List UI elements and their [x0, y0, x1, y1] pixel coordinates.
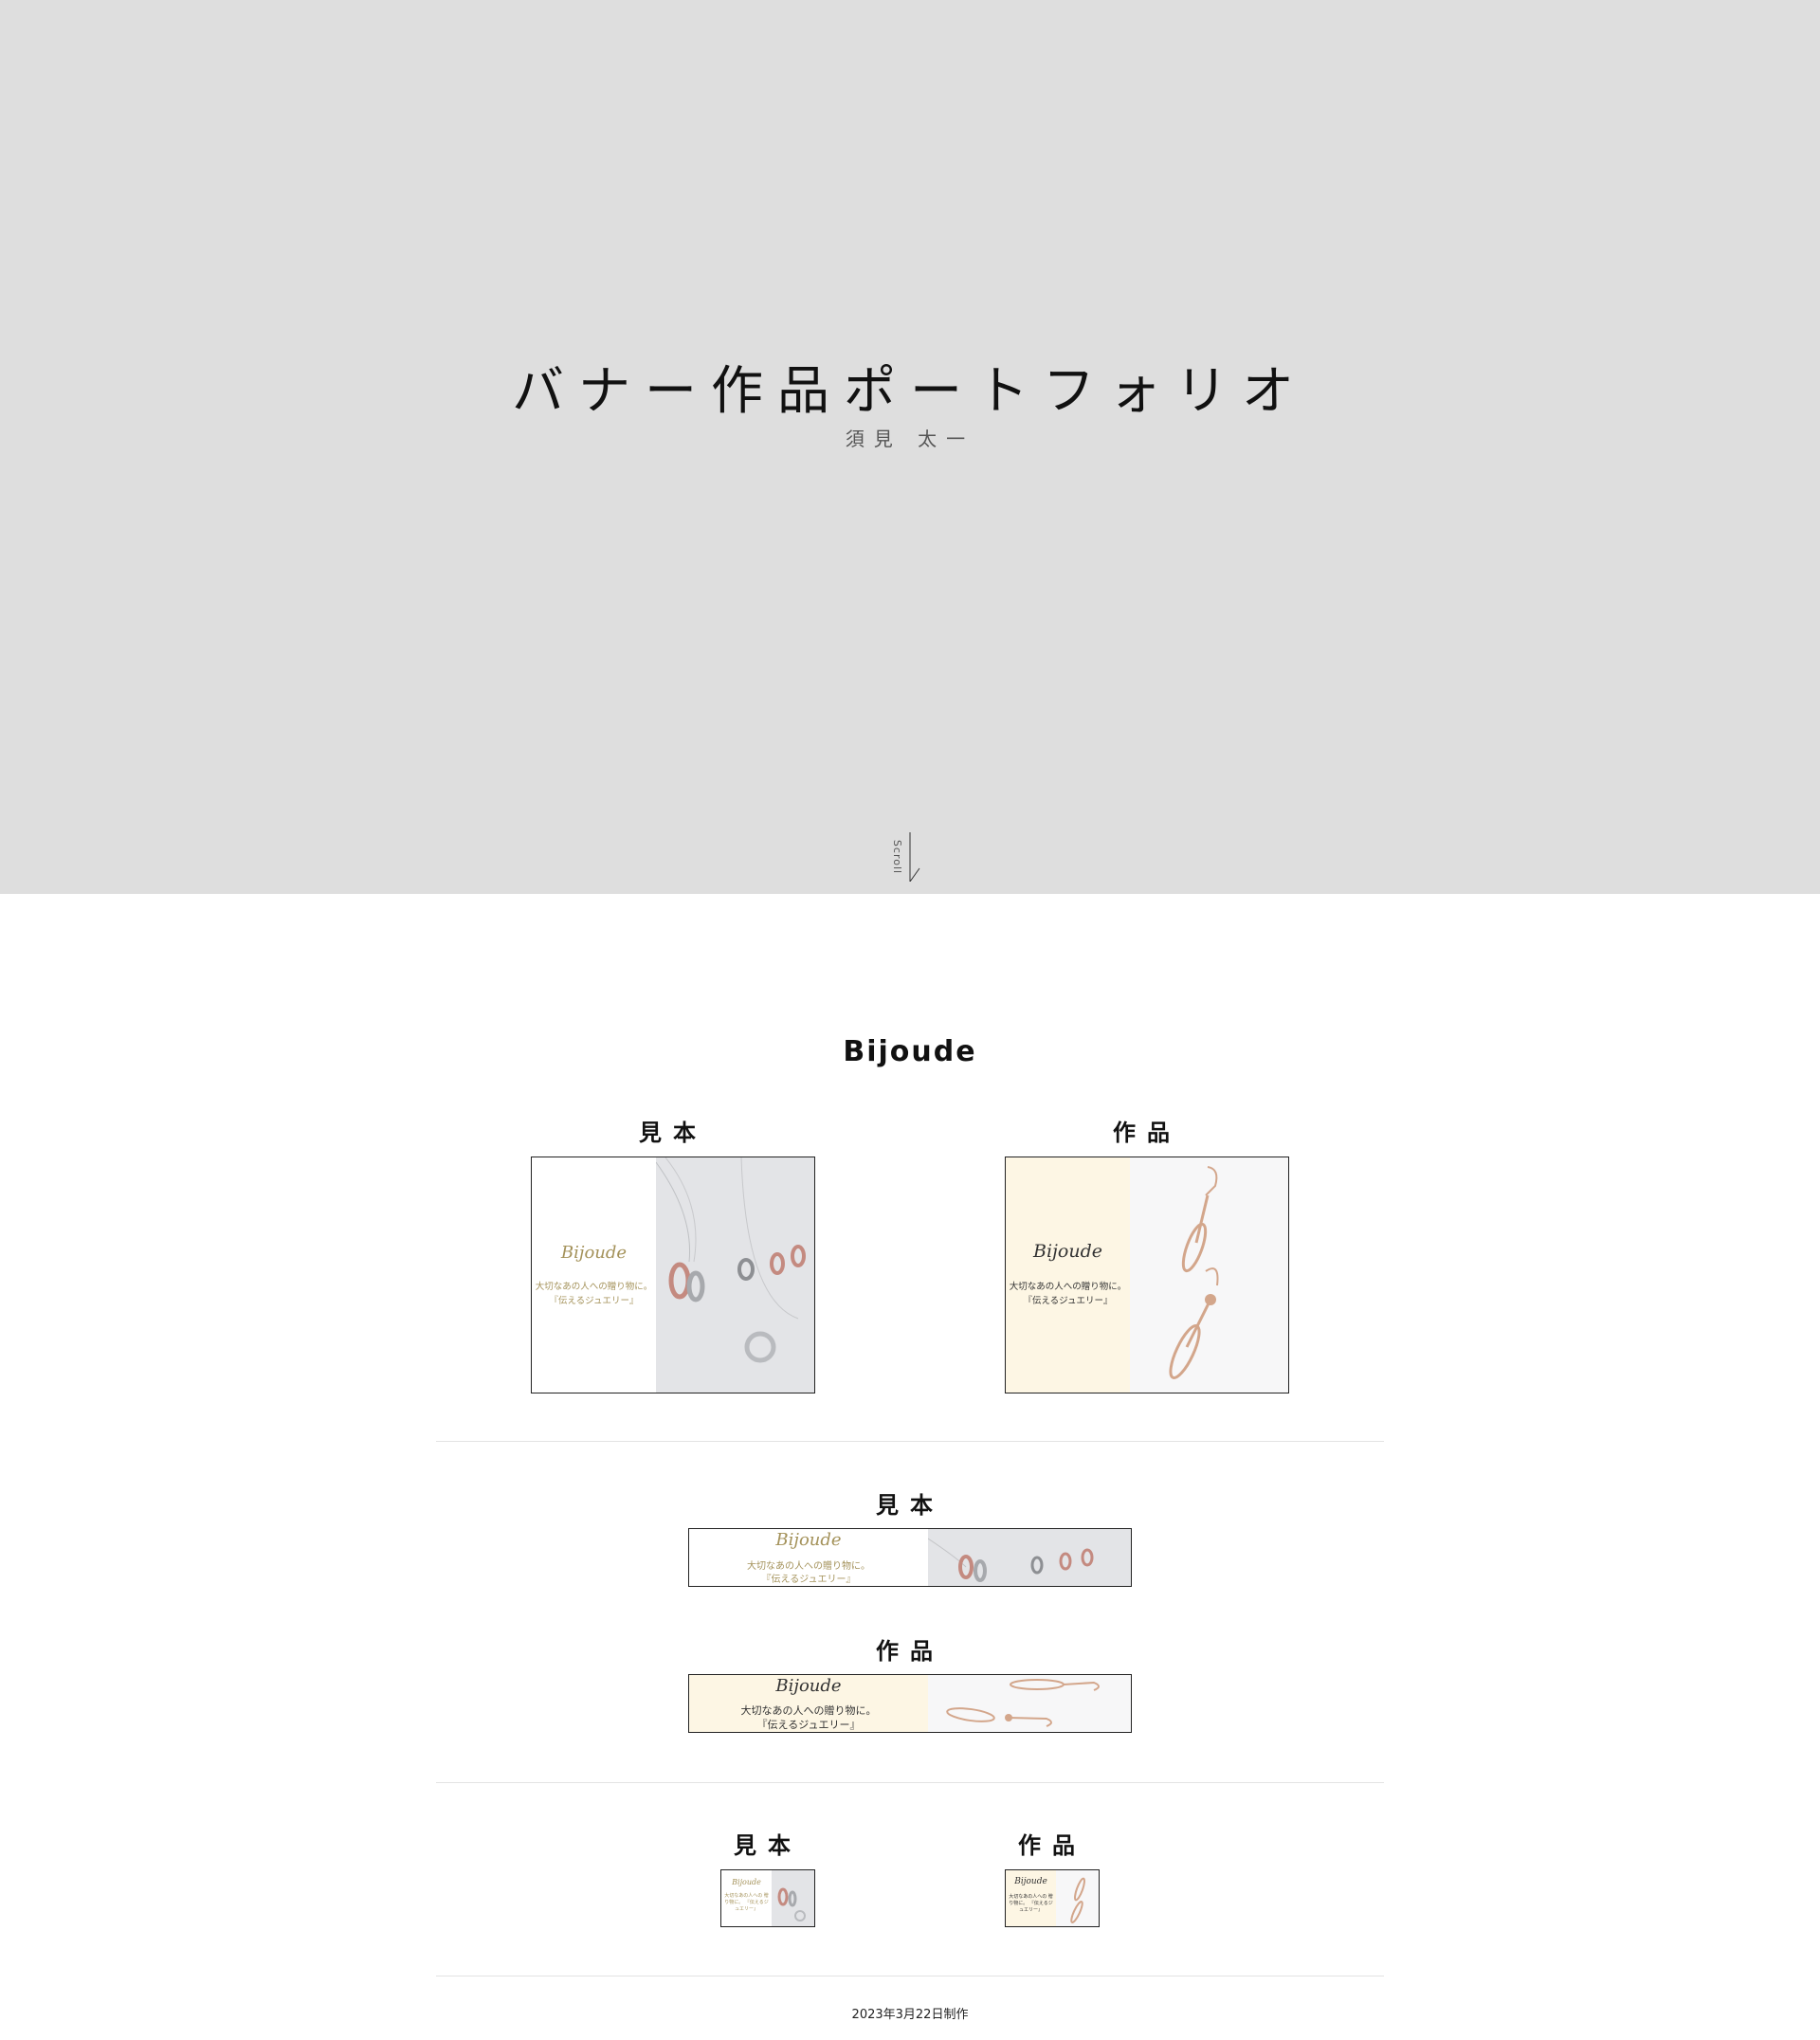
- sample-banner-large[interactable]: Bijoude 大切なあの人への贈り物に。 『伝えるジュエリー』: [531, 1157, 815, 1393]
- work-banner-wide[interactable]: Bijoude 大切なあの人への贈り物に。 『伝えるジュエリー』: [688, 1674, 1132, 1733]
- banner-logo: Bijoude: [775, 1676, 842, 1696]
- banner-copy: 大切なあの人への 贈り物に。 『伝えるジュエリー』: [1009, 1894, 1053, 1913]
- banner-copy-line1: 大切なあの人への贈り物に。: [535, 1282, 653, 1292]
- banner-copy-line2: 『伝えるジュエリー』: [1023, 1296, 1113, 1306]
- sample-label: 見本: [734, 1832, 802, 1859]
- banner-text-panel: Bijoude 大切なあの人への贈り物に。 『伝えるジュエリー』: [689, 1675, 928, 1732]
- banner-copy-line1: 大切なあの人への贈り物に。: [747, 1561, 870, 1572]
- banner-text-panel: Bijoude 大切なあの人への贈り物に。 『伝えるジュエリー』: [532, 1157, 656, 1393]
- author-name: 須見 太一: [845, 428, 975, 450]
- banner-copy-line1: 大切なあの人への贈り物に。: [1009, 1282, 1127, 1292]
- section-title: Bijoude: [843, 1035, 977, 1068]
- work-banner-small[interactable]: Bijoude 大切なあの人への 贈り物に。 『伝えるジュエリー』: [1005, 1869, 1100, 1927]
- banner-text-panel: Bijoude 大切なあの人への贈り物に。 『伝えるジュエリー』: [689, 1529, 928, 1586]
- scroll-label: Scroll: [891, 839, 903, 875]
- earring-photo: [1056, 1870, 1099, 1926]
- earring-photo: [1130, 1157, 1288, 1393]
- work-banner-large[interactable]: Bijoude 大切なあの人への贈り物に。 『伝えるジュエリー』: [1005, 1157, 1289, 1393]
- banner-copy-line2: 『伝えるジュエリー』: [549, 1296, 639, 1306]
- banner-text-panel: Bijoude 大切なあの人への 贈り物に。 『伝えるジュエリー』: [721, 1870, 772, 1926]
- sample-banner-wide[interactable]: Bijoude 大切なあの人への贈り物に。 『伝えるジュエリー』: [688, 1528, 1132, 1587]
- necklace-photo: [928, 1529, 1131, 1586]
- necklace-photo: [772, 1870, 814, 1926]
- banner-logo: Bijoude: [775, 1530, 842, 1550]
- banner-text-panel: Bijoude 大切なあの人への 贈り物に。 『伝えるジュエリー』: [1006, 1870, 1056, 1926]
- sample-banner-small[interactable]: Bijoude 大切なあの人への 贈り物に。 『伝えるジュエリー』: [720, 1869, 815, 1927]
- scroll-arrow-icon: [909, 832, 920, 882]
- banner-text-panel: Bijoude 大切なあの人への贈り物に。 『伝えるジュエリー』: [1006, 1157, 1130, 1393]
- work-label: 作品: [1018, 1832, 1086, 1859]
- work-label: 作品: [1113, 1120, 1181, 1146]
- banner-logo: Bijoude: [1032, 1241, 1102, 1262]
- banner-copy-line2: 『伝えるジュエリー』: [761, 1575, 856, 1585]
- sample-label: 見本: [639, 1120, 707, 1146]
- page-title: バナー作品ポートフォリオ: [511, 360, 1308, 421]
- work-label: 作品: [876, 1638, 944, 1665]
- earring-photo: [928, 1675, 1131, 1732]
- hero-section: バナー作品ポートフォリオ 須見 太一 Scroll: [0, 0, 1820, 894]
- banner-copy: 大切なあの人への 贈り物に。 『伝えるジュエリー』: [724, 1893, 769, 1912]
- banner-copy-line1: 大切なあの人への贈り物に。: [740, 1704, 877, 1717]
- footer-date: 2023年3月22日制作: [851, 2008, 969, 2022]
- banner-logo: Bijoude: [732, 1878, 761, 1886]
- sample-label: 見本: [876, 1492, 944, 1519]
- banner-copy-line2: 『伝えるジュエリー』: [756, 1719, 861, 1731]
- scroll-indicator[interactable]: Scroll: [889, 832, 920, 882]
- section-divider: [436, 1441, 1384, 1442]
- necklace-photo: [656, 1157, 814, 1393]
- section-divider: [436, 1782, 1384, 1783]
- banner-logo: Bijoude: [1014, 1877, 1047, 1886]
- banner-logo: Bijoude: [560, 1243, 628, 1263]
